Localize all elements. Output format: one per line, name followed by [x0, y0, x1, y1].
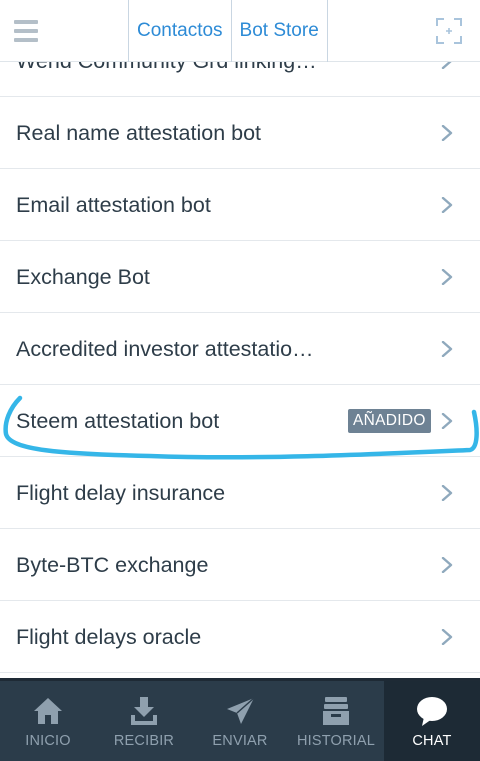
- bot-list: Wend Community Grd linking… Real name at…: [0, 0, 480, 678]
- chevron-right-icon: [441, 485, 453, 501]
- history-icon: [323, 697, 349, 725]
- nav-label: RECIBIR: [113, 733, 175, 749]
- list-item[interactable]: Exchange Bot: [0, 241, 480, 313]
- bot-label: Real name attestation bot: [16, 121, 262, 145]
- list-item[interactable]: Flight delays oracle: [0, 601, 480, 673]
- chevron-right-icon: [441, 197, 453, 213]
- bot-label: Flight delays oracle: [16, 625, 202, 649]
- chevron-right-icon: [441, 269, 453, 285]
- added-badge: AÑADIDO: [348, 409, 431, 433]
- list-item[interactable]: Email attestation bot: [0, 169, 480, 241]
- nav-enviar[interactable]: ENVIAR: [192, 681, 288, 761]
- nav-label: HISTORIAL: [296, 733, 376, 749]
- list-item[interactable]: Accredited investor attestatio…: [0, 313, 480, 385]
- nav-label: CHAT: [412, 733, 452, 749]
- home-icon: [34, 698, 62, 724]
- bot-label: Steem attestation bot: [16, 409, 220, 433]
- list-item[interactable]: Byte-BTC exchange: [0, 529, 480, 601]
- send-icon: [227, 697, 255, 724]
- bot-label: Exchange Bot: [16, 265, 150, 289]
- tab-bar: Contactos Bot Store: [128, 0, 328, 62]
- download-icon: [131, 697, 157, 725]
- bot-label: Accredited investor attestatio…: [16, 337, 314, 361]
- chevron-right-icon: [441, 557, 453, 573]
- nav-inicio[interactable]: INICIO: [0, 681, 96, 761]
- bot-label: Email attestation bot: [16, 193, 211, 217]
- chevron-right-icon: [441, 125, 453, 141]
- nav-historial[interactable]: HISTORIAL: [288, 681, 384, 761]
- nav-chat[interactable]: CHAT: [384, 681, 480, 761]
- chevron-right-icon: [441, 341, 453, 357]
- chevron-right-icon: [441, 629, 453, 645]
- top-bar: Contactos Bot Store: [0, 0, 480, 62]
- chevron-right-icon: [441, 413, 453, 429]
- nav-label: INICIO: [25, 733, 71, 749]
- nav-recibir[interactable]: RECIBIR: [96, 681, 192, 761]
- list-item[interactable]: Real name attestation bot: [0, 97, 480, 169]
- bottom-nav: INICIO RECIBIR ENVIAR HISTORIAL CHAT: [0, 678, 480, 761]
- bot-label: Flight delay insurance: [16, 481, 226, 505]
- tab-contactos[interactable]: Contactos: [128, 0, 232, 62]
- tab-bot-store[interactable]: Bot Store: [232, 0, 328, 62]
- scan-qr-icon[interactable]: [436, 18, 462, 44]
- chat-icon: [417, 697, 447, 726]
- menu-icon[interactable]: [14, 20, 38, 42]
- list-item[interactable]: Flight delay insurance: [0, 457, 480, 529]
- bot-label: Byte-BTC exchange: [16, 553, 209, 577]
- nav-label: ENVIAR: [212, 733, 268, 749]
